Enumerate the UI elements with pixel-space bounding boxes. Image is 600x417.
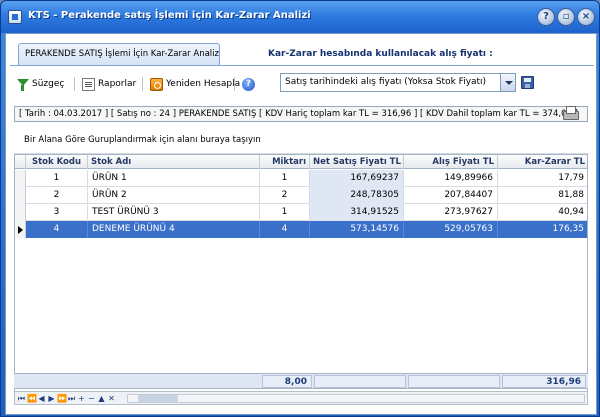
title-bar[interactable]: KTS - Perakende satış İşlemi için Kar-Za… (1, 1, 599, 33)
grid-header: Stok Kodu Stok Adı Miktarı Net Satış Fiy… (15, 155, 587, 169)
cell-profit: 40,94 (498, 204, 587, 221)
recalculate-button[interactable]: Yeniden Hesapla (150, 76, 240, 92)
table-row-selected[interactable]: 4 DENEME ÜRÜNÜ 4 4 573,14576 529,05763 1… (15, 221, 587, 238)
cell-name: ÜRÜN 2 (88, 187, 260, 204)
cell-qty: 4 (260, 221, 310, 238)
footer-qty-total: 8,00 (262, 375, 312, 388)
printer-icon[interactable] (562, 106, 579, 120)
col-net-sale-price[interactable]: Net Satış Fiyatı TL (310, 155, 404, 169)
cell-code: 2 (26, 187, 88, 204)
cell-name: ÜRÜN 1 (88, 170, 260, 187)
row-indicator (15, 170, 26, 187)
window-title: KTS - Perakende satış İşlemi için Kar-Za… (28, 10, 311, 21)
recalculate-label: Yeniden Hesapla (166, 79, 241, 89)
data-grid: Stok Kodu Stok Adı Miktarı Net Satış Fiy… (14, 154, 588, 404)
info-bar: [ Tarih : 04.03.2017 ] [ Satış no : 24 ]… (14, 106, 588, 122)
cell-code: 1 (26, 170, 88, 187)
first-record-icon[interactable]: ⏮ (17, 394, 26, 403)
table-row[interactable]: 2 ÜRÜN 2 2 248,78305 207,84407 81,88 (15, 187, 587, 204)
reports-button[interactable]: Raporlar (82, 76, 136, 92)
cell-profit: 176,35 (498, 221, 587, 238)
table-row[interactable]: 1 ÜRÜN 1 1 167,69237 149,89966 17,79 (15, 170, 587, 187)
cancel-edit-icon[interactable]: ✕ (107, 394, 116, 403)
cost-selector-label: Kar-Zarar hesabında kullanılacak alış fi… (268, 49, 493, 59)
cell-buy-price: 149,89966 (404, 170, 498, 187)
cell-name: DENEME ÜRÜNÜ 4 (88, 221, 260, 238)
col-stock-code[interactable]: Stok Kodu (26, 155, 88, 169)
cell-qty: 1 (260, 204, 310, 221)
footer-buy-price-empty (408, 375, 500, 388)
reports-label: Raporlar (98, 79, 137, 89)
cell-net-price: 167,69237 (310, 170, 404, 187)
recalculate-icon (150, 77, 163, 91)
filter-icon (16, 78, 29, 91)
table-row[interactable]: 3 TEST ÜRÜNÜ 3 1 314,91525 273,97627 40,… (15, 204, 587, 221)
cell-profit: 17,79 (498, 170, 587, 187)
tab-analysis[interactable]: PERAKENDE SATIŞ İşlemi İçin Kar-Zarar An… (18, 43, 220, 65)
cost-price-dropdown[interactable]: Satış tarihindeki alış fiyatı (Yoksa Sto… (280, 73, 516, 92)
cell-net-price: 248,78305 (310, 187, 404, 204)
row-indicator (15, 187, 26, 204)
cell-name: TEST ÜRÜNÜ 3 (88, 204, 260, 221)
navigator-bar: ⏮ ⏪ ◀ ▶ ⏩ ⏭ + − ▲ ✕ (14, 391, 588, 405)
chevron-down-icon[interactable] (500, 74, 515, 91)
filter-label: Süzgeç (32, 79, 65, 89)
client-area: PERAKENDE SATIŞ İşlemi İçin Kar-Zarar An… (5, 33, 597, 415)
col-quantity[interactable]: Miktarı (260, 155, 310, 169)
window: KTS - Perakende satış İşlemi için Kar-Za… (0, 0, 600, 417)
last-record-icon[interactable]: ⏭ (67, 394, 76, 403)
cell-buy-price: 273,97627 (404, 204, 498, 221)
prev-page-icon[interactable]: ⏪ (27, 394, 37, 403)
toolbar-separator (142, 77, 143, 91)
current-row-arrow-icon (18, 226, 23, 234)
cell-code: 4 (26, 221, 88, 238)
footer-net-price-empty (314, 375, 406, 388)
maximize-button[interactable]: ▫ (557, 8, 575, 26)
report-icon (82, 77, 95, 91)
delete-record-icon[interactable]: − (87, 394, 96, 403)
tab-divider (10, 65, 594, 66)
close-button[interactable]: × (577, 8, 595, 26)
col-stock-name[interactable]: Stok Adı (88, 155, 260, 169)
cell-buy-price: 529,05763 (404, 221, 498, 238)
horizontal-scrollbar[interactable] (127, 394, 585, 403)
scroll-thumb[interactable] (138, 395, 178, 402)
cell-buy-price: 207,84407 (404, 187, 498, 204)
cell-qty: 1 (260, 170, 310, 187)
edit-record-icon[interactable]: ▲ (97, 394, 106, 403)
group-by-panel[interactable]: Bir Alana Göre Guruplandırmak için alanı… (14, 126, 588, 154)
filter-button[interactable]: Süzgeç (16, 76, 64, 92)
header-indicator (15, 155, 26, 169)
grid-footer: 8,00 316,96 (14, 373, 588, 389)
save-icon[interactable] (521, 76, 534, 89)
cell-qty: 2 (260, 187, 310, 204)
insert-record-icon[interactable]: + (77, 394, 86, 403)
col-profit-loss[interactable]: Kar-Zarar TL (498, 155, 587, 169)
cell-net-price: 573,14576 (310, 221, 404, 238)
cell-profit: 81,88 (498, 187, 587, 204)
app-icon (8, 10, 22, 24)
cost-price-selected: Satış tarihindeki alış fiyatı (Yoksa Sto… (285, 77, 487, 87)
toolbar-separator (74, 77, 75, 91)
help-button[interactable]: ? (242, 76, 255, 92)
cell-code: 3 (26, 204, 88, 221)
next-page-icon[interactable]: ⏩ (57, 394, 67, 403)
next-record-icon[interactable]: ▶ (47, 394, 56, 403)
prev-record-icon[interactable]: ◀ (37, 394, 46, 403)
col-purchase-price[interactable]: Alış Fiyatı TL (404, 155, 498, 169)
row-indicator (15, 204, 26, 221)
cell-net-price: 314,91525 (310, 204, 404, 221)
footer-profit-total: 316,96 (502, 375, 586, 388)
row-indicator (15, 221, 26, 238)
toolbar-separator (234, 77, 235, 91)
help-icon: ? (242, 77, 255, 91)
help-title-button[interactable]: ? (537, 8, 555, 26)
